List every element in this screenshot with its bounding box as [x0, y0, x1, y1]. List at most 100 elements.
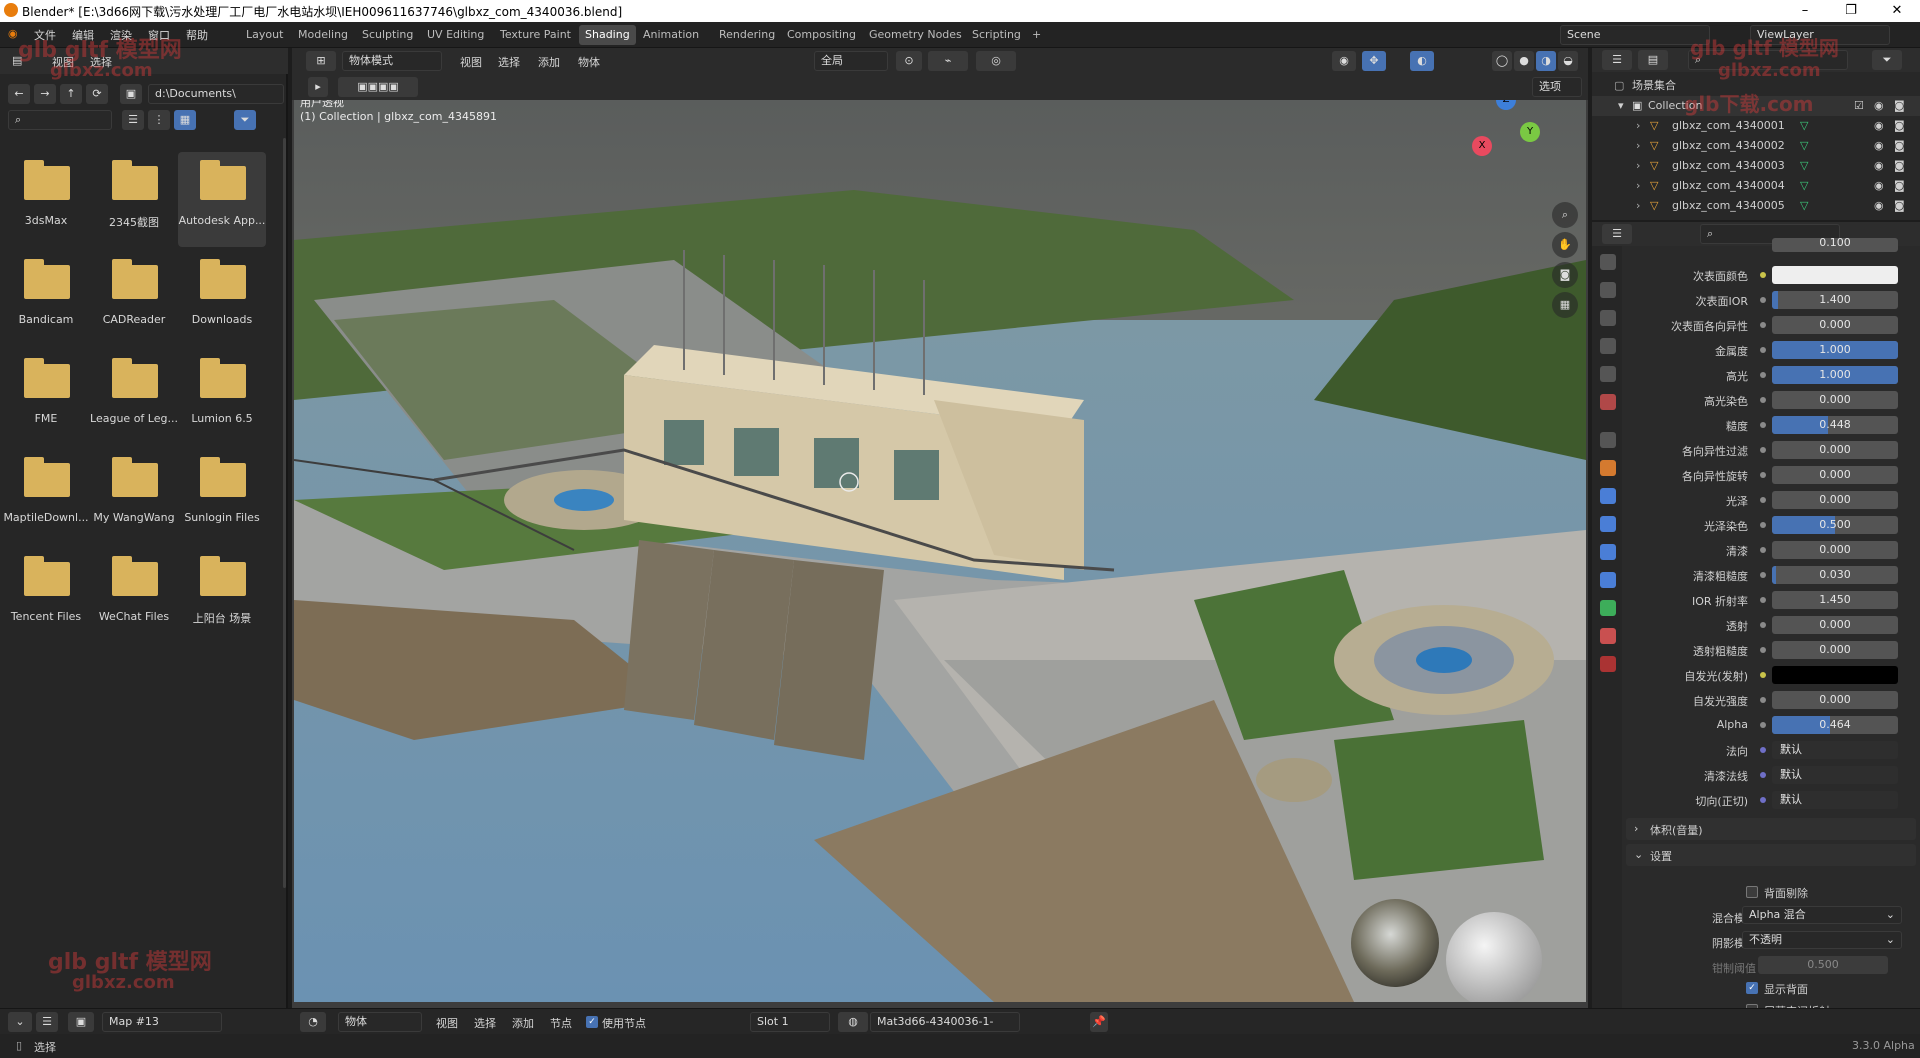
world-tab-icon[interactable]	[1600, 394, 1616, 410]
mode-selector[interactable]: 物体模式	[342, 51, 442, 71]
prop-slider[interactable]: 0.000	[1772, 441, 1898, 459]
new-folder-icon[interactable]: ▣	[120, 84, 142, 104]
material-tab-icon[interactable]	[1600, 628, 1616, 644]
socket-icon[interactable]	[1760, 672, 1766, 678]
filter-icon[interactable]: ⏷	[234, 110, 256, 130]
folder-item[interactable]: MaptileDownl...	[2, 449, 90, 544]
socket-icon[interactable]	[1760, 447, 1766, 453]
overlay-icon[interactable]: ◐	[1410, 51, 1434, 71]
material-name-field[interactable]: Mat3d66-4340036-1-8361	[870, 1012, 1020, 1046]
socket-icon[interactable]	[1760, 372, 1766, 378]
socket-icon[interactable]	[1760, 597, 1766, 603]
viewport-scene[interactable]: 用户透视 (1) Collection | glbxz_com_4345891 …	[294, 100, 1586, 1002]
camera-render-icon[interactable]: ◙	[1894, 96, 1905, 116]
prop-slider[interactable]: 1.450	[1772, 591, 1898, 609]
menu-help[interactable]: 帮助	[186, 27, 208, 43]
view-layer-tab-icon[interactable]	[1600, 338, 1616, 354]
refresh-icon[interactable]: ⟳	[86, 84, 108, 104]
folder-item[interactable]: 上阳台 场景	[178, 548, 266, 643]
file-browser-scrollbar[interactable]	[283, 138, 286, 888]
ne-menu-add[interactable]: 添加	[512, 1015, 534, 1031]
folder-item[interactable]: Autodesk App...	[178, 152, 266, 247]
workspace-tab-uv-editing[interactable]: UV Editing	[421, 25, 490, 45]
socket-icon[interactable]	[1760, 797, 1766, 803]
outliner-filter-icon[interactable]: ⏷	[1872, 50, 1902, 70]
workspace-tab-sculpting[interactable]: Sculpting	[356, 25, 419, 45]
prop-slider[interactable]: 0.000	[1772, 491, 1898, 509]
constraints-tab-icon[interactable]	[1600, 572, 1616, 588]
prop-slider[interactable]: 1.000	[1772, 341, 1898, 359]
scene-tab-icon[interactable]	[1600, 366, 1616, 382]
socket-icon[interactable]	[1760, 497, 1766, 503]
node-editor-type-icon[interactable]: ◔	[300, 1012, 326, 1032]
folder-item[interactable]: FME	[2, 350, 90, 445]
folder-item[interactable]: CADReader	[90, 251, 178, 346]
folder-item[interactable]: Sunlogin Files	[178, 449, 266, 544]
vp-menu-object[interactable]: 物体	[578, 54, 600, 70]
expand-right-icon[interactable]: ›	[1636, 196, 1640, 216]
prop-color-swatch[interactable]	[1772, 266, 1898, 284]
physics-tab-icon[interactable]	[1600, 544, 1616, 560]
folder-item[interactable]: League of Leg...	[90, 350, 178, 445]
expand-right-icon[interactable]: ›	[1636, 136, 1640, 156]
folder-item[interactable]: Tencent Files	[2, 548, 90, 643]
expand-icon[interactable]: ▾	[1618, 96, 1624, 116]
prop-link-field[interactable]: 默认	[1772, 791, 1898, 809]
pan-hand-icon[interactable]: ✋	[1552, 232, 1578, 258]
prop-slider[interactable]: 0.000	[1772, 316, 1898, 334]
folder-item[interactable]: WeChat Files	[90, 548, 178, 643]
viewport-editor-type-icon[interactable]: ⊞	[306, 51, 336, 71]
socket-icon[interactable]	[1760, 722, 1766, 728]
slot-selector[interactable]: Slot 1	[750, 1012, 830, 1032]
pin-icon[interactable]: 📌	[1090, 1012, 1108, 1032]
volume-panel-header[interactable]: › 体积(音量)	[1626, 818, 1916, 840]
gizmo-x-axis[interactable]: X	[1472, 136, 1492, 156]
expand-right-icon[interactable]: ›	[1636, 156, 1640, 176]
maximize-icon[interactable]: ❐	[1828, 0, 1874, 22]
folder-item[interactable]: Downloads	[178, 251, 266, 346]
expand-right-icon[interactable]: ›	[1636, 176, 1640, 196]
short-list-icon[interactable]: ⋮	[148, 110, 170, 130]
socket-icon[interactable]	[1760, 397, 1766, 403]
zoom-icon[interactable]: ⌕	[1552, 202, 1578, 228]
prop-link-field[interactable]: 默认	[1772, 766, 1898, 784]
eye-icon[interactable]: ◉	[1874, 136, 1884, 156]
search-input[interactable]: ⌕	[8, 110, 112, 130]
workspace-tab-geometry-nodes[interactable]: Geometry Nodes	[863, 25, 968, 45]
minimize-icon[interactable]: –	[1782, 0, 1828, 22]
settings-panel-header[interactable]: ⌄ 设置	[1626, 844, 1916, 866]
hamburger-menu-icon[interactable]: ☰	[36, 1012, 58, 1032]
ne-menu-select[interactable]: 选择	[474, 1015, 496, 1031]
vp-menu-select[interactable]: 选择	[498, 54, 520, 70]
workspace-tab-texture-paint[interactable]: Texture Paint	[494, 25, 577, 45]
workspace-tab-compositing[interactable]: Compositing	[781, 25, 862, 45]
expand-right-icon[interactable]: ›	[1636, 116, 1640, 136]
path-field[interactable]: d:\Documents\	[148, 84, 284, 104]
gizmo-icon[interactable]: ✥	[1362, 51, 1386, 71]
collapse-icon[interactable]: ⌄	[8, 1012, 32, 1032]
list-view-icon[interactable]: ☰	[122, 110, 144, 130]
tool-select-icon[interactable]: ▸	[308, 77, 328, 97]
3d-viewport[interactable]: ⊞ 物体模式 视图 选择 添加 物体 全局 ⊙ ⌁ ◎ ◉ ✥ ◐ ◯ ● ◑ …	[292, 48, 1588, 1008]
tool-tab-icon[interactable]	[1600, 254, 1616, 270]
workspace-tab-modeling[interactable]: Modeling	[292, 25, 354, 45]
socket-icon[interactable]	[1760, 622, 1766, 628]
socket-icon[interactable]	[1760, 272, 1766, 278]
folder-item[interactable]: My WangWang	[90, 449, 178, 544]
particles-tab-icon[interactable]	[1600, 516, 1616, 532]
render-tab-icon[interactable]	[1600, 282, 1616, 298]
eye-icon[interactable]: ◉	[1874, 176, 1884, 196]
visibility-icon[interactable]: ◉	[1332, 51, 1356, 71]
socket-icon[interactable]	[1760, 422, 1766, 428]
collection-tab-icon[interactable]	[1600, 432, 1616, 448]
blend-mode-dropdown[interactable]: Alpha 混合 ⌄	[1742, 906, 1902, 924]
thumbnail-view-icon[interactable]: ▦	[174, 110, 196, 130]
outliner-type-icon[interactable]: ☰	[1602, 50, 1632, 70]
folder-item[interactable]: Bandicam	[2, 251, 90, 346]
proportional-edit-icon[interactable]: ◎	[976, 51, 1016, 71]
scene-selector[interactable]: Scene	[1560, 25, 1710, 45]
prop-slider[interactable]: 0.000	[1772, 641, 1898, 659]
socket-icon[interactable]	[1760, 322, 1766, 328]
socket-icon[interactable]	[1760, 572, 1766, 578]
snap-icon[interactable]: ⌁	[928, 51, 968, 71]
